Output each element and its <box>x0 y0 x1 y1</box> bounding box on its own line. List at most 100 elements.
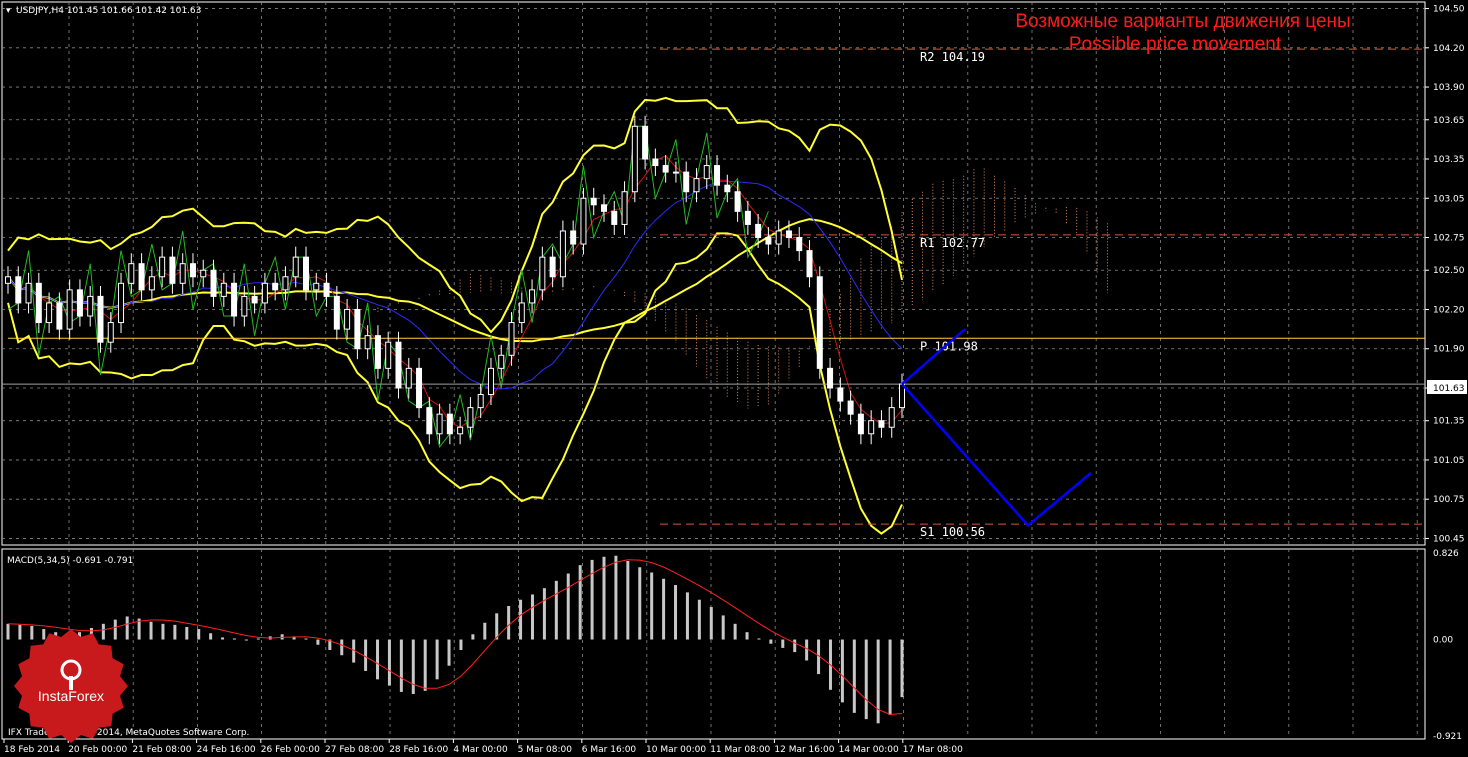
macd-bar <box>530 594 534 640</box>
macd-bar <box>376 639 380 680</box>
macd-bar <box>209 633 213 640</box>
macd-bar <box>340 639 344 656</box>
macd-bar <box>554 580 558 640</box>
candle-body <box>251 295 258 304</box>
candle-body <box>601 204 607 212</box>
candle-body <box>508 322 515 356</box>
candle-body <box>416 367 423 409</box>
candle-body <box>56 302 63 330</box>
candle-body <box>385 341 392 369</box>
candle-body <box>282 276 289 291</box>
candle-body <box>785 230 792 239</box>
candle-body <box>847 400 854 415</box>
instaforex-logo <box>14 629 128 743</box>
level-label: R1 102.77 <box>920 236 985 250</box>
macd-bar <box>483 622 487 640</box>
macd-bar <box>447 639 451 666</box>
macd-bar <box>590 559 594 640</box>
macd-bar <box>876 639 880 724</box>
macd-bar <box>733 623 737 640</box>
candle-body <box>487 367 494 396</box>
candle-body <box>775 230 782 245</box>
macd-bar <box>185 626 189 640</box>
candle-body <box>796 237 803 252</box>
candle-body <box>621 191 628 225</box>
macd-bar <box>721 615 725 640</box>
candle-body <box>344 308 351 330</box>
candle-body <box>611 210 618 225</box>
candle-body <box>97 295 104 343</box>
x-tick-label: 4 Mar 00:00 <box>453 745 508 755</box>
candle-body <box>878 420 885 428</box>
macd-tick-label: -0.921 <box>1433 732 1462 742</box>
candle-body <box>169 256 176 284</box>
candle-body <box>292 256 299 278</box>
candle-body <box>714 165 721 186</box>
candle-body <box>35 282 42 324</box>
macd-bar <box>781 639 785 648</box>
candle-body <box>498 354 505 369</box>
x-tick-label: 14 Mar 00:00 <box>839 745 899 755</box>
macd-bar <box>864 639 868 720</box>
candle-body <box>652 158 659 167</box>
current-price-label: 101.63 <box>1433 384 1465 394</box>
candle-body <box>827 367 834 389</box>
candle-body <box>220 282 227 297</box>
candle-body <box>580 197 587 245</box>
y-tick-label: 103.65 <box>1433 116 1465 126</box>
bollinger-upper-line <box>7 96 903 334</box>
candle-body <box>66 289 73 330</box>
macd-bar <box>745 632 749 640</box>
chart-canvas[interactable]: R2 104.19 R1 102.77 P 101.98 S1 100.56 104.… <box>0 0 1468 757</box>
candle-body <box>857 413 864 435</box>
macd-bar <box>805 639 809 661</box>
macd-label: MACD(5,34,5) -0.691 -0.791 <box>7 556 133 566</box>
y-tick-label: 101.35 <box>1433 417 1465 427</box>
macd-bar <box>662 578 666 640</box>
candle-body <box>354 308 361 350</box>
candle-body <box>446 413 453 435</box>
x-tick-label: 5 Mar 08:00 <box>518 745 573 755</box>
candle-body <box>364 335 371 350</box>
level-label: P 101.98 <box>920 339 978 353</box>
level-label: S1 100.56 <box>920 525 985 539</box>
y-tick-label: 103.90 <box>1433 83 1465 93</box>
instaforex-logo-text: InstaForex <box>37 688 105 704</box>
macd-bar <box>602 556 606 640</box>
candle-body <box>457 426 464 435</box>
candle-body <box>374 335 381 369</box>
candle-body <box>405 367 412 389</box>
candle-body <box>467 407 474 428</box>
x-tick-label: 24 Feb 16:00 <box>197 745 256 755</box>
candle-body <box>755 223 762 239</box>
x-tick-label: 20 Feb 00:00 <box>68 745 127 755</box>
candle-body <box>590 197 597 206</box>
macd-bar <box>161 623 165 640</box>
candle-body <box>693 178 700 193</box>
candle-body <box>570 230 577 245</box>
candle-body <box>241 295 248 317</box>
macd-bar <box>364 639 368 671</box>
candle-body <box>477 394 484 409</box>
x-tick-label: 17 Mar 08:00 <box>903 745 963 755</box>
candle-body <box>662 165 669 173</box>
candle-body <box>148 276 155 291</box>
macd-bar <box>626 560 630 640</box>
candle-body <box>5 276 11 284</box>
candle-body <box>179 263 186 284</box>
macd-bar <box>423 639 427 691</box>
macd-bar <box>197 629 201 640</box>
y-tick-label: 102.75 <box>1433 234 1465 244</box>
candle-body <box>210 269 217 297</box>
candle-body <box>313 282 320 291</box>
candle-body <box>272 282 279 291</box>
x-tick-label: 27 Feb 08:00 <box>325 745 384 755</box>
macd-bar <box>852 639 856 713</box>
macd-bar <box>542 588 546 640</box>
header-arrow-icon[interactable]: ▾ <box>6 6 11 16</box>
candle-body <box>15 276 22 304</box>
macd-bar <box>900 639 904 698</box>
macd-bar <box>614 555 618 640</box>
candle-body <box>539 256 546 291</box>
macd-bar <box>435 639 439 680</box>
